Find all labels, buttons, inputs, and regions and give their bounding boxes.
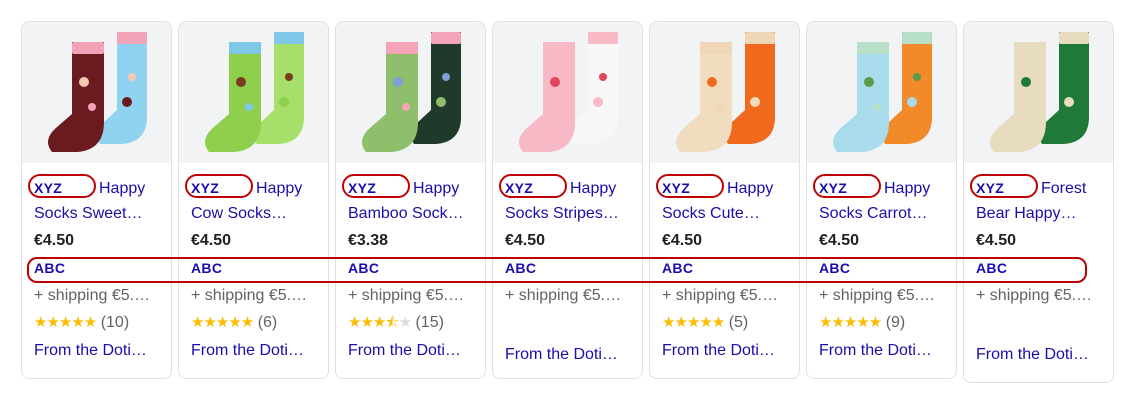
shipping-cost: + shipping €5.… [819, 287, 936, 304]
review-count: (15) [415, 314, 444, 331]
title-line2: Socks Cute… [662, 205, 760, 222]
brand-label: XYZ [505, 180, 534, 196]
socks-image [205, 32, 304, 152]
product-card[interactable]: XYZ Happy Bamboo Sock… €3.38 ABC + shippi… [335, 21, 486, 379]
from-store-link[interactable]: From the Doti… [662, 341, 792, 361]
seller-name: ABC [662, 260, 694, 276]
seller-name: ABC [34, 260, 66, 276]
product-price: €4.50 [976, 232, 1017, 249]
seller-name: ABC [348, 260, 380, 276]
from-store-link[interactable]: From the Doti… [976, 345, 1106, 365]
seller-name: ABC [976, 260, 1008, 276]
review-count: (6) [257, 314, 278, 331]
title-line2: Socks Carrot… [819, 205, 928, 222]
socks-image [362, 32, 461, 152]
product-title[interactable]: XYZ Happy Socks Stripes… [505, 176, 634, 226]
product-price: €4.50 [662, 232, 703, 249]
title-line2: Bamboo Sock… [348, 205, 464, 222]
shipping-cost: + shipping €5.… [348, 287, 465, 304]
socks-image [676, 32, 775, 152]
title-line2: Bear Happy… [976, 205, 1077, 222]
socks-image [990, 32, 1089, 152]
rating: ★★★★★ (10) [34, 313, 163, 333]
title-line2: Cow Socks… [191, 205, 288, 222]
product-price: €4.50 [34, 232, 75, 249]
review-count: (5) [728, 314, 749, 331]
product-card[interactable]: XYZ Forest Bear Happy… €4.50 ABC + shippi… [963, 21, 1114, 383]
socks-image [519, 32, 618, 152]
product-card[interactable]: XYZ Happy Socks Carrot… €4.50 ABC + shipp… [806, 21, 957, 379]
title-line1: Happy [570, 180, 617, 197]
brand-label: XYZ [662, 180, 691, 196]
title-line1: Happy [256, 180, 303, 197]
product-title[interactable]: XYZ Happy Socks Carrot… [819, 176, 948, 226]
product-price: €4.50 [505, 232, 546, 249]
star-rating-icons: ★★★★★ [662, 314, 725, 331]
brand-label: XYZ [191, 180, 220, 196]
shipping-cost: + shipping €5.… [662, 287, 779, 304]
socks-image [833, 32, 932, 152]
shipping-cost: + shipping €5.… [34, 287, 151, 304]
product-image[interactable] [179, 22, 328, 163]
brand-label: XYZ [976, 180, 1005, 196]
star-rating-icons: ★★★⯪★ [348, 314, 412, 331]
title-line2: Socks Stripes… [505, 205, 619, 222]
seller-name: ABC [191, 260, 223, 276]
rating: ★★★★★ (6) [191, 313, 320, 333]
shipping-cost: + shipping €5.… [976, 287, 1093, 304]
product-carousel: XYZ Happy Socks Sweet… €4.50 ABC + shippi… [21, 21, 1114, 383]
brand-label: XYZ [348, 180, 377, 196]
shipping-cost: + shipping €5.… [505, 287, 622, 304]
star-rating-icons: ★★★★★ [34, 314, 97, 331]
from-store-link[interactable]: From the Doti… [348, 341, 478, 361]
product-title[interactable]: XYZ Happy Socks Sweet… [34, 176, 163, 226]
product-title[interactable]: XYZ Happy Bamboo Sock… [348, 176, 477, 226]
brand-label: XYZ [819, 180, 848, 196]
product-card[interactable]: XYZ Happy Socks Sweet… €4.50 ABC + shippi… [21, 21, 172, 379]
product-card[interactable]: XYZ Happy Cow Socks… €4.50 ABC + shipping… [178, 21, 329, 379]
shipping-cost: + shipping €5.… [191, 287, 308, 304]
product-title[interactable]: XYZ Forest Bear Happy… [976, 176, 1105, 226]
product-image[interactable] [336, 22, 485, 163]
product-title[interactable]: XYZ Happy Cow Socks… [191, 176, 320, 226]
socks-image [48, 32, 147, 152]
rating: ★★★★★ (5) [662, 313, 791, 333]
from-store-link[interactable]: From the Doti… [191, 341, 321, 361]
seller-name: ABC [505, 260, 537, 276]
title-line2: Socks Sweet… [34, 205, 143, 222]
product-price: €4.50 [819, 232, 860, 249]
product-card[interactable]: XYZ Happy Socks Stripes… €4.50 ABC + ship… [492, 21, 643, 379]
product-price: €4.50 [191, 232, 232, 249]
product-image[interactable] [493, 22, 642, 163]
seller-name: ABC [819, 260, 851, 276]
from-store-link[interactable]: From the Doti… [505, 345, 635, 365]
star-rating-icons: ★★★★★ [819, 314, 882, 331]
from-store-link[interactable]: From the Doti… [819, 341, 949, 361]
title-line1: Happy [727, 180, 774, 197]
title-line1: Happy [413, 180, 460, 197]
product-image[interactable] [807, 22, 956, 163]
product-price: €3.38 [348, 232, 389, 249]
rating: ★★★⯪★ (15) [348, 313, 477, 333]
product-image[interactable] [964, 22, 1113, 163]
product-title[interactable]: XYZ Happy Socks Cute… [662, 176, 791, 226]
rating: ★★★★★ (9) [819, 313, 948, 333]
title-line1: Happy [99, 180, 146, 197]
product-image[interactable] [22, 22, 171, 163]
brand-label: XYZ [34, 180, 63, 196]
title-line1: Forest [1041, 180, 1087, 197]
product-card[interactable]: XYZ Happy Socks Cute… €4.50 ABC + shippin… [649, 21, 800, 379]
review-count: (9) [885, 314, 906, 331]
product-image[interactable] [650, 22, 799, 163]
review-count: (10) [100, 314, 130, 331]
star-rating-icons: ★★★★★ [191, 314, 254, 331]
from-store-link[interactable]: From the Doti… [34, 341, 164, 361]
title-line1: Happy [884, 180, 931, 197]
